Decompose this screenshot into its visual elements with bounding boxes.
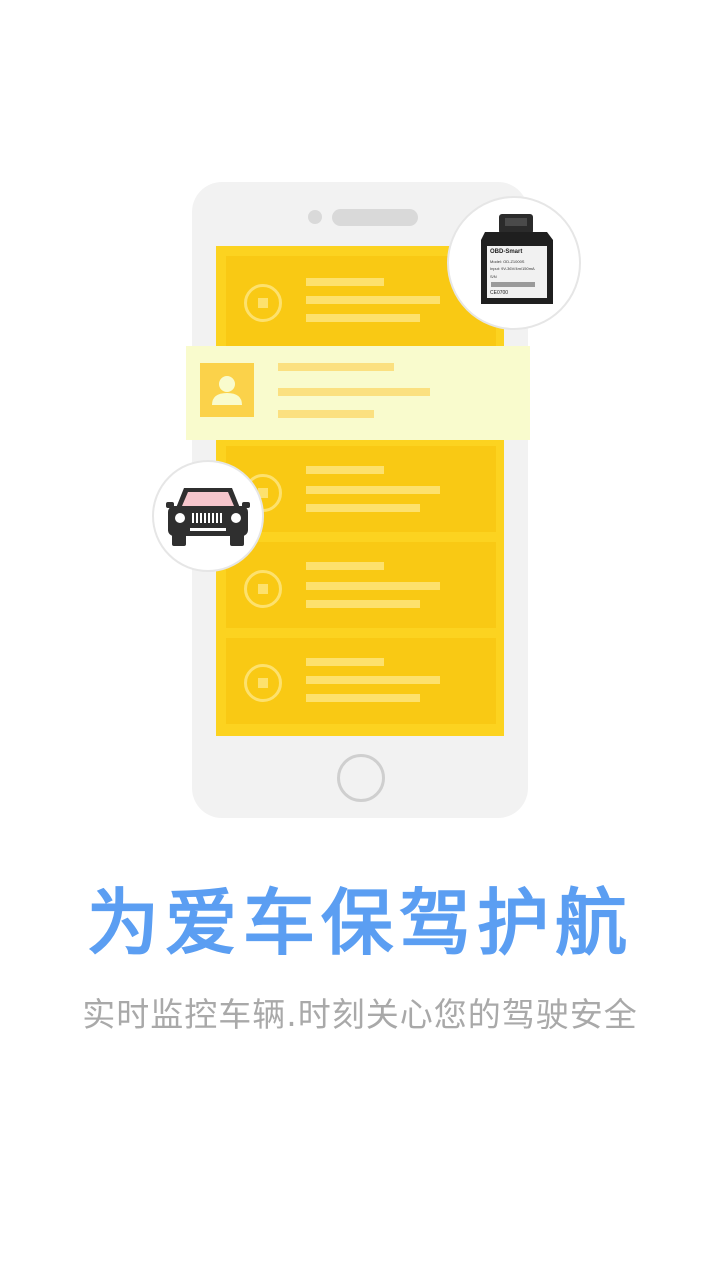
headline: 为爱车保驾护航 bbox=[86, 881, 633, 965]
obd-cert-label: CE0700 bbox=[490, 290, 509, 296]
list-item-icon bbox=[244, 284, 282, 322]
phone-speaker bbox=[332, 209, 418, 226]
list-item bbox=[226, 638, 496, 724]
placeholder-line bbox=[306, 676, 440, 684]
placeholder-line bbox=[306, 658, 384, 666]
placeholder-line bbox=[306, 600, 420, 608]
obd-brand-label: OBD-Smart bbox=[490, 249, 523, 255]
obd-input-line: Input: 9V-36V/4m/150mA bbox=[490, 266, 535, 271]
phone-illustration: OBD-Smart Model: OD-Z1000S Input: 9V-36V… bbox=[0, 0, 720, 840]
list-item-icon bbox=[244, 664, 282, 702]
placeholder-line bbox=[306, 466, 384, 474]
placeholder-line bbox=[306, 562, 384, 570]
person-icon bbox=[200, 363, 254, 417]
list-item bbox=[226, 542, 496, 628]
placeholder-line bbox=[306, 296, 440, 304]
placeholder-line bbox=[278, 363, 394, 371]
placeholder-line bbox=[278, 388, 430, 396]
list-item-icon bbox=[244, 570, 282, 608]
placeholder-line bbox=[306, 694, 420, 702]
obd-model-line: Model: OD-Z1000S bbox=[490, 259, 525, 264]
car-bubble bbox=[152, 460, 264, 572]
car-icon bbox=[166, 482, 250, 548]
placeholder-line bbox=[306, 504, 420, 512]
placeholder-line bbox=[306, 278, 384, 286]
placeholder-line bbox=[306, 314, 420, 322]
placeholder-line bbox=[278, 410, 374, 418]
home-button bbox=[337, 754, 385, 802]
list-item bbox=[226, 446, 496, 532]
obd-device-bubble: OBD-Smart Model: OD-Z1000S Input: 9V-36V… bbox=[447, 196, 581, 330]
placeholder-line bbox=[306, 486, 440, 494]
obd-sn-label: S/N bbox=[490, 274, 497, 279]
phone-camera bbox=[308, 210, 322, 224]
placeholder-line bbox=[306, 582, 440, 590]
highlight-card bbox=[186, 346, 530, 440]
obd-device-icon: OBD-Smart Model: OD-Z1000S Input: 9V-36V… bbox=[477, 212, 555, 310]
subheadline: 实时监控车辆.时刻关心您的驾驶安全 bbox=[82, 995, 638, 1034]
